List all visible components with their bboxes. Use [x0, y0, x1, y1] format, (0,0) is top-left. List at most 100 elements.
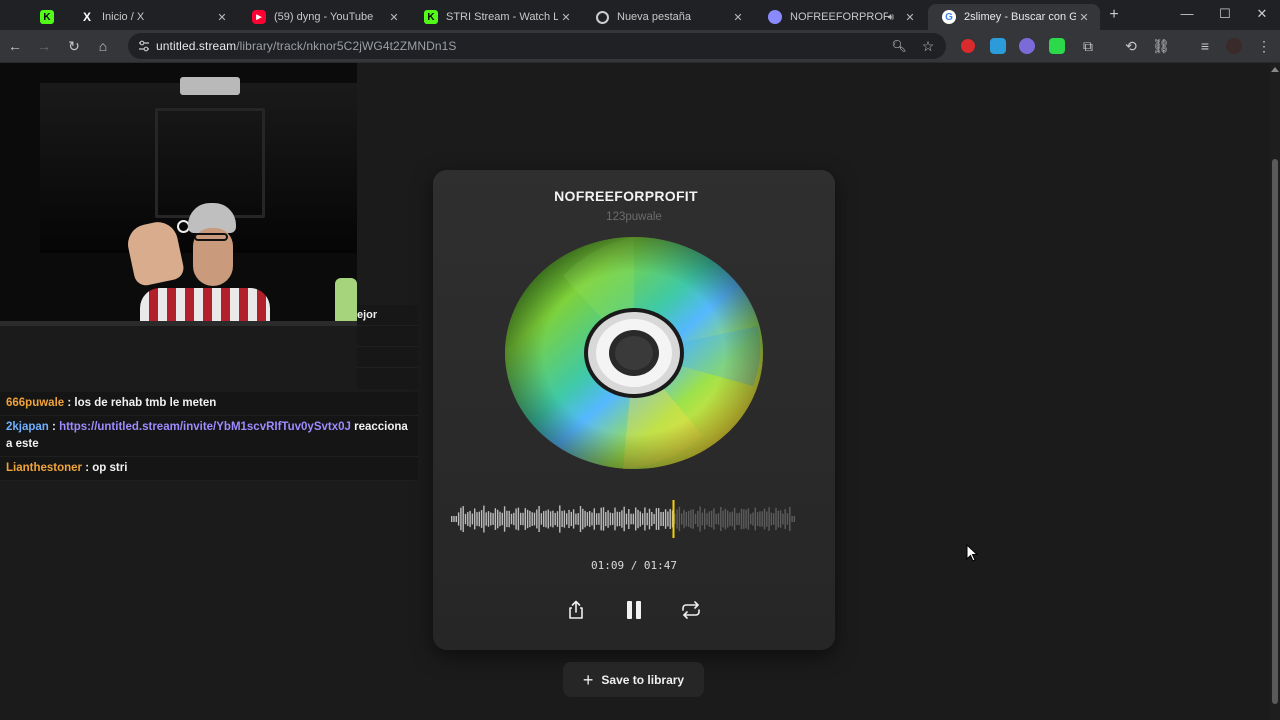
- speaker-icon[interactable]: 🔊︎: [888, 12, 894, 23]
- waveform-bar: [756, 512, 759, 526]
- waveform-bar: [644, 507, 646, 531]
- waveform-bar: [736, 513, 738, 525]
- waveform-bar: [478, 511, 480, 527]
- google-icon: G: [942, 10, 956, 24]
- media-control-icon[interactable]: ≡: [1196, 37, 1214, 55]
- waveform-bar: [641, 513, 644, 525]
- player-card: NOFREEFORPROFIT 123puwale 01:09 / 01:47: [433, 170, 835, 650]
- record-extension-icon[interactable]: [961, 39, 975, 53]
- close-window-icon[interactable]: ✕: [1252, 6, 1272, 22]
- scrollbar-thumb[interactable]: [1272, 159, 1278, 704]
- link-icon[interactable]: ⛓︎: [1152, 37, 1170, 55]
- translate-extension-icon[interactable]: [990, 38, 1006, 54]
- waveform-bar: [658, 508, 660, 530]
- chat-username[interactable]: Lianthestoner: [6, 462, 82, 474]
- tab-new[interactable]: Nueva pestaña ✕: [582, 4, 754, 30]
- waveform-bar: [754, 507, 756, 531]
- waveform-bar: [543, 511, 545, 527]
- url-host: untitled.stream: [156, 39, 237, 53]
- waveform-bar: [727, 510, 729, 528]
- tab-x[interactable]: X Inicio / X ✕: [66, 4, 238, 30]
- waveform-bar: [660, 512, 662, 526]
- waveform-bar: [766, 511, 768, 527]
- reload-icon[interactable]: ↻: [65, 37, 83, 55]
- new-tab-icon[interactable]: +: [1105, 6, 1123, 24]
- waveform-bar: [568, 509, 570, 528]
- close-tab-icon[interactable]: ✕: [730, 11, 746, 24]
- waveform-bar: [773, 513, 775, 525]
- waveform-bar: [653, 514, 655, 524]
- close-tab-icon[interactable]: ✕: [558, 11, 574, 24]
- waveform-bar: [738, 512, 740, 526]
- page-scrollbar[interactable]: [1270, 63, 1280, 720]
- window-frame: [155, 108, 265, 218]
- chat-separator: :: [48, 421, 60, 433]
- waveform-bar: [614, 507, 616, 531]
- kick-extension-icon[interactable]: [1049, 38, 1065, 54]
- waveform-bar: [724, 508, 727, 530]
- waveform-bar: [526, 509, 529, 529]
- site-settings-icon[interactable]: [138, 40, 150, 52]
- waveform-bar: [591, 512, 593, 526]
- chat-link[interactable]: https://untitled.stream/invite/YbM1scvRI…: [59, 421, 351, 433]
- repeat-button[interactable]: [679, 598, 703, 622]
- zoom-icon[interactable]: 🔍︎: [890, 37, 908, 55]
- playhead[interactable]: [672, 500, 675, 538]
- waveform-bar: [740, 508, 743, 530]
- extension-icon[interactable]: [1019, 38, 1035, 54]
- waveform-bar: [681, 513, 683, 525]
- tab-kick-pinned[interactable]: K: [32, 4, 66, 30]
- waveform-bar: [589, 511, 591, 527]
- waveform-bar: [536, 509, 538, 529]
- tab-nofreeforprofit[interactable]: NOFREEFORPROFIT 🔊︎ ✕: [754, 4, 926, 30]
- waveform-bar: [586, 512, 589, 526]
- bookmark-star-icon[interactable]: ☆: [919, 37, 937, 55]
- close-tab-icon[interactable]: ✕: [386, 11, 402, 24]
- waveform-bar: [768, 507, 770, 531]
- waveform-bar: [494, 508, 497, 530]
- waveform-bar: [708, 511, 710, 527]
- waveform-bar: [717, 513, 720, 525]
- share-icon: [569, 600, 583, 619]
- waveform-bar: [731, 511, 733, 527]
- close-tab-icon[interactable]: ✕: [902, 11, 918, 24]
- save-to-library-button[interactable]: + Save to library: [563, 662, 704, 697]
- air-conditioner: [180, 77, 240, 95]
- waveform-bar: [713, 508, 715, 530]
- back-arrow-icon[interactable]: ←: [6, 37, 24, 55]
- waveform-bar: [646, 512, 648, 526]
- tab-google[interactable]: G 2slimey - Buscar con Goog ✕: [928, 4, 1100, 30]
- waveform-bar: [480, 510, 483, 528]
- waveform-bar: [464, 513, 467, 525]
- youtube-icon: ▶: [252, 10, 266, 24]
- tab-youtube[interactable]: ▶ (59) dyng - YouTube ✕: [238, 4, 410, 30]
- kick-icon: K: [40, 10, 54, 24]
- chat-username[interactable]: 2kjapan: [6, 421, 49, 433]
- close-tab-icon[interactable]: ✕: [1076, 11, 1092, 24]
- waveform-bar: [630, 513, 632, 525]
- share-button[interactable]: [564, 598, 588, 622]
- waveform-seek-bar[interactable]: [451, 500, 796, 538]
- waveform-bar: [710, 510, 713, 528]
- extensions-puzzle-icon[interactable]: ⧉: [1079, 37, 1097, 55]
- waveform-bar: [779, 510, 782, 528]
- address-bar[interactable]: untitled.stream/library/track/nknor5C2jW…: [128, 33, 946, 59]
- forward-arrow-icon[interactable]: →: [35, 37, 53, 55]
- url-path: /library/track/nknor5C2jWG4t2ZMNDn1S: [236, 39, 457, 53]
- close-tab-icon[interactable]: ✕: [214, 11, 230, 24]
- pause-button[interactable]: [622, 598, 646, 622]
- tab-kick-stream[interactable]: K STRI Stream - Watch Live ✕: [410, 4, 582, 30]
- profile-avatar[interactable]: [1226, 38, 1242, 54]
- waveform-bar: [552, 510, 554, 528]
- repeat-icon: [682, 601, 700, 619]
- home-icon[interactable]: ⌂: [94, 37, 112, 55]
- maximize-icon[interactable]: ☐: [1215, 6, 1235, 22]
- waveform-bar: [706, 513, 708, 525]
- waveform-bar: [506, 510, 508, 528]
- menu-kebab-icon[interactable]: ⋮: [1255, 37, 1273, 55]
- history-icon[interactable]: ⟲: [1122, 37, 1140, 55]
- minimize-icon[interactable]: —: [1177, 6, 1197, 21]
- scroll-up-arrow-icon[interactable]: [1271, 67, 1279, 72]
- chat-username[interactable]: 666puwale: [6, 397, 64, 409]
- pause-icon: [627, 601, 641, 619]
